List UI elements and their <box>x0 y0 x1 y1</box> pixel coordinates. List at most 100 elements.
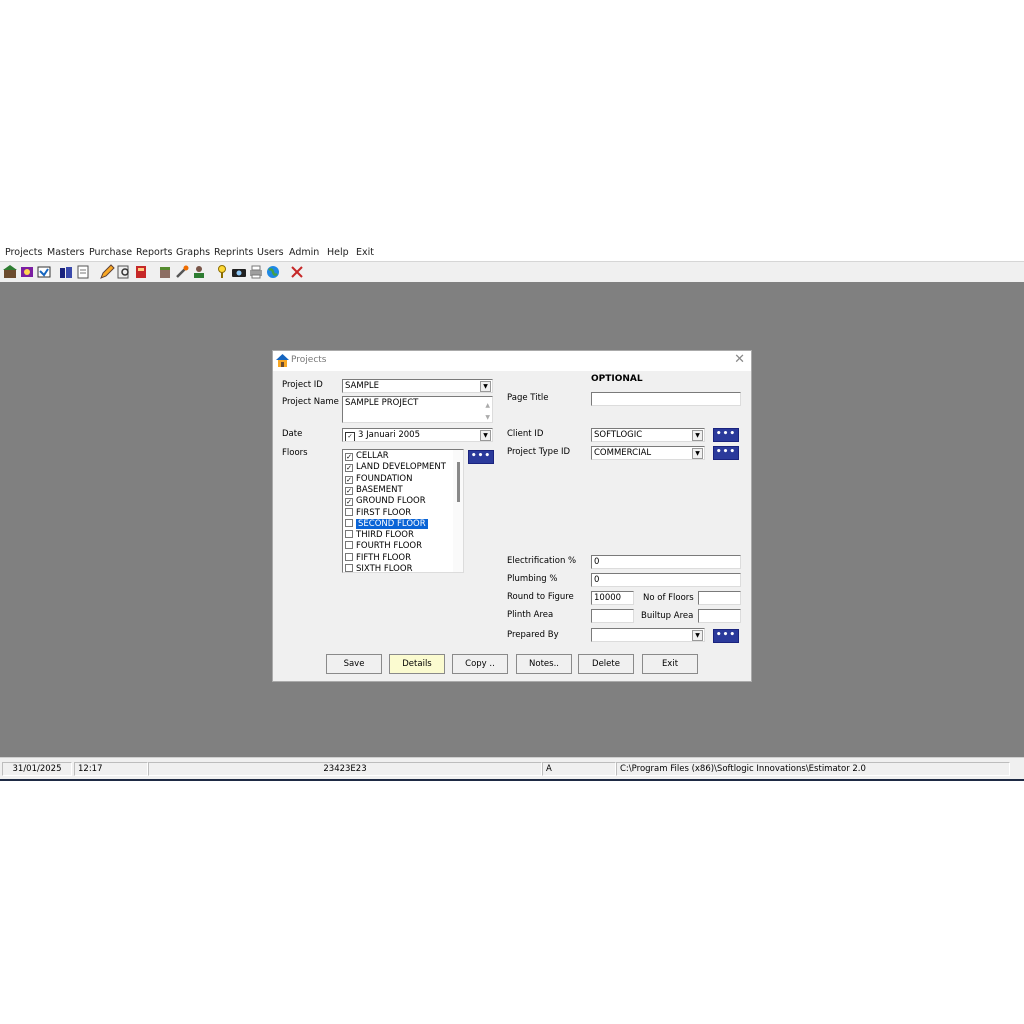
floor-checkbox[interactable] <box>345 564 353 572</box>
box-icon[interactable] <box>157 264 173 280</box>
floor-checkbox[interactable]: ✓ <box>345 453 353 461</box>
chevron-down-icon[interactable]: ▼ <box>692 430 703 441</box>
project-type-combo[interactable]: COMMERCIAL ▼ <box>591 446 705 460</box>
floor-checkbox[interactable] <box>345 518 353 527</box>
project-name-value: SAMPLE PROJECT <box>345 398 419 408</box>
client-id-label: Client ID <box>507 429 544 439</box>
floor-item[interactable]: ✓ GROUND FLOOR <box>345 496 449 507</box>
delete-button[interactable]: Delete <box>578 654 634 674</box>
floor-item[interactable]: THIRD FLOOR <box>345 530 449 541</box>
menu-graphs[interactable]: Graphs <box>176 247 210 258</box>
projects-dialog: Projects ✕ Project ID SAMPLE ▼ Project N… <box>272 350 752 682</box>
details-button[interactable]: Details <box>389 654 445 674</box>
floor-label: GROUND FLOOR <box>356 496 426 507</box>
floor-checkbox[interactable]: ✓ <box>345 475 353 484</box>
key-icon[interactable] <box>214 264 230 280</box>
copy-button[interactable]: Copy .. <box>452 654 508 674</box>
builtup-area-input[interactable] <box>698 609 741 623</box>
floor-item[interactable]: SECOND FLOOR <box>345 518 449 530</box>
menu-help[interactable]: Help <box>327 247 349 258</box>
builtup-area-label: Builtup Area <box>641 611 694 621</box>
prepared-by-browse-button[interactable]: ••• <box>713 629 739 643</box>
notes-button[interactable]: Notes.. <box>516 654 572 674</box>
floor-item[interactable]: ✓ CELLAR <box>345 451 449 462</box>
round-figure-label: Round to Figure <box>507 592 574 602</box>
floor-checkbox[interactable] <box>345 541 353 550</box>
exit-button[interactable]: Exit <box>642 654 698 674</box>
client-browse-button[interactable]: ••• <box>713 428 739 442</box>
floor-item[interactable]: ✓ BASEMENT <box>345 485 449 496</box>
chevron-down-icon[interactable]: ▼ <box>480 381 491 392</box>
electrification-input[interactable]: 0 <box>591 555 741 569</box>
floor-checkbox[interactable] <box>345 530 353 539</box>
date-picker[interactable]: ✓ 3 Januari 2005 ▼ <box>342 428 493 442</box>
masters-icon[interactable] <box>19 264 35 280</box>
floor-checkbox[interactable]: ✓ <box>345 486 353 495</box>
scroll-down-icon[interactable]: ▼ <box>485 411 490 422</box>
search-icon[interactable] <box>116 264 132 280</box>
floor-checkbox[interactable] <box>345 507 353 516</box>
floor-label: BASEMENT <box>356 484 403 495</box>
floors-scrollbar[interactable] <box>453 450 463 572</box>
tools-icon[interactable] <box>174 264 190 280</box>
edit-icon[interactable] <box>99 264 115 280</box>
floors-checklist[interactable]: ✓ CELLAR ✓ LAND DEVELOPMENT ✓ FOUNDATION ✓ BASE… <box>342 449 464 573</box>
menu-admin[interactable]: Admin <box>289 247 319 258</box>
plinth-area-input[interactable] <box>591 609 634 623</box>
floors-browse-button[interactable]: ••• <box>468 450 494 464</box>
project-name-textarea[interactable]: SAMPLE PROJECT ▲ ▼ <box>342 396 493 423</box>
camera-icon[interactable] <box>231 264 247 280</box>
no-floors-input[interactable] <box>698 591 741 605</box>
plumbing-input[interactable]: 0 <box>591 573 741 587</box>
floor-item[interactable]: ✓ LAND DEVELOPMENT <box>345 462 449 473</box>
menu-projects[interactable]: Projects <box>5 247 42 258</box>
project-id-label: Project ID <box>282 380 323 390</box>
menu-reprints[interactable]: Reprints <box>214 247 253 258</box>
chevron-down-icon[interactable]: ▼ <box>692 448 703 459</box>
purchase-icon[interactable] <box>36 264 52 280</box>
save-button[interactable]: Save <box>326 654 382 674</box>
menu-masters[interactable]: Masters <box>47 247 84 258</box>
dialog-title: Projects <box>291 355 327 365</box>
floor-item[interactable]: FIRST FLOOR <box>345 507 449 519</box>
floor-checkbox[interactable]: ✓ <box>345 498 353 507</box>
date-checkbox[interactable]: ✓ <box>345 432 355 441</box>
calendar-dropdown-icon[interactable]: ▼ <box>480 430 491 441</box>
status-path: C:\Program Files (x86)\Softlogic Innovat… <box>616 762 1010 776</box>
dialog-titlebar[interactable]: Projects ✕ <box>273 351 751 371</box>
scrollbar-thumb[interactable] <box>457 462 460 502</box>
round-figure-input[interactable]: 10000 <box>591 591 634 605</box>
floor-checkbox[interactable]: ✓ <box>345 464 353 473</box>
chevron-down-icon[interactable]: ▼ <box>692 630 703 641</box>
menu-reports[interactable]: Reports <box>136 247 172 258</box>
floor-item[interactable]: SIXTH FLOOR <box>345 564 449 572</box>
floor-label: THIRD FLOOR <box>356 530 414 541</box>
menu-exit[interactable]: Exit <box>356 247 374 258</box>
floor-checkbox[interactable] <box>345 552 353 561</box>
client-id-value: SOFTLOGIC <box>594 430 643 440</box>
notes-icon[interactable] <box>75 264 91 280</box>
client-id-combo[interactable]: SOFTLOGIC ▼ <box>591 428 705 442</box>
floor-item[interactable]: FOURTH FLOOR <box>345 541 449 552</box>
reports-icon[interactable] <box>58 264 74 280</box>
dialog-close-icon[interactable]: ✕ <box>734 353 745 367</box>
book-icon[interactable] <box>133 264 149 280</box>
date-label: Date <box>282 429 303 439</box>
floor-item[interactable]: FIFTH FLOOR <box>345 552 449 564</box>
prepared-by-combo[interactable]: ▼ <box>591 628 705 642</box>
project-type-browse-button[interactable]: ••• <box>713 446 739 460</box>
globe-icon[interactable] <box>265 264 281 280</box>
close-icon[interactable] <box>289 264 305 280</box>
project-id-combo[interactable]: SAMPLE ▼ <box>342 379 493 393</box>
plinth-area-label: Plinth Area <box>507 610 554 620</box>
status-drive: A <box>542 762 616 776</box>
menu-purchase[interactable]: Purchase <box>89 247 132 258</box>
menu-users[interactable]: Users <box>257 247 284 258</box>
printer-icon[interactable] <box>248 264 264 280</box>
floor-item[interactable]: ✓ FOUNDATION <box>345 474 449 485</box>
page-title-input[interactable] <box>591 392 741 406</box>
projects-icon[interactable] <box>2 264 18 280</box>
users-icon[interactable] <box>191 264 207 280</box>
floor-label: CELLAR <box>356 451 389 461</box>
status-bar: 31/01/2025 12:17 23423E23 A C:\Program F… <box>0 757 1024 780</box>
